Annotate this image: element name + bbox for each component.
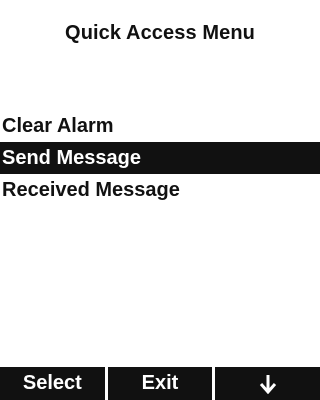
scroll-down-button[interactable] xyxy=(212,367,320,400)
page-title: Quick Access Menu xyxy=(65,22,255,44)
quick-access-menu: Clear Alarm Send Message Received Messag… xyxy=(0,110,320,206)
menu-item-clear-alarm[interactable]: Clear Alarm xyxy=(0,110,320,142)
select-button[interactable]: Select xyxy=(0,367,105,400)
menu-item-send-message[interactable]: Send Message xyxy=(0,142,320,174)
menu-item-received-message[interactable]: Received Message xyxy=(0,174,320,206)
softkey-bar: Select Exit xyxy=(0,367,320,400)
down-arrow-icon xyxy=(259,374,277,394)
exit-button[interactable]: Exit xyxy=(104,367,213,400)
